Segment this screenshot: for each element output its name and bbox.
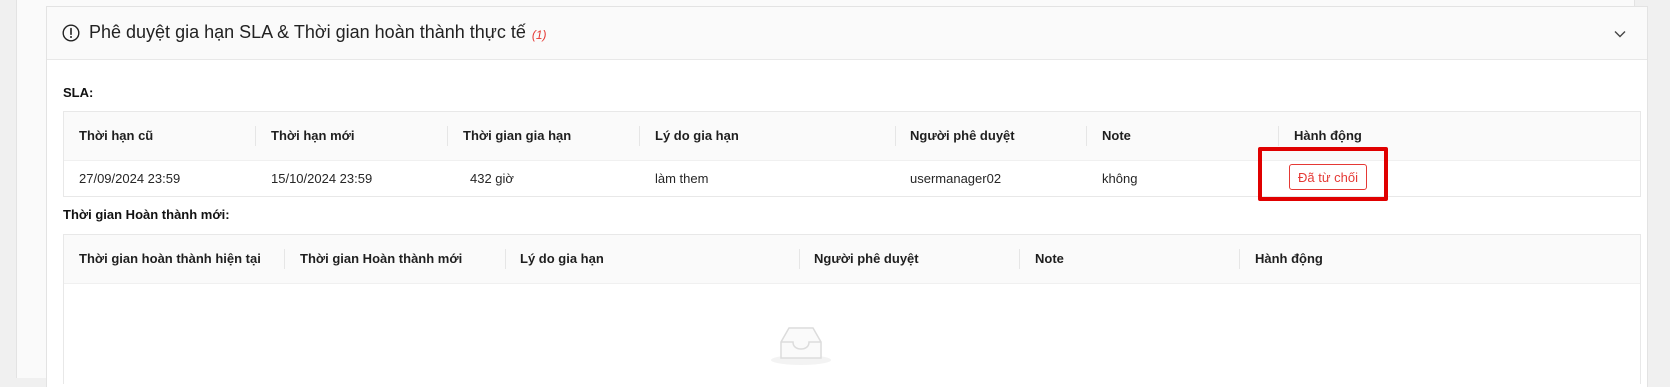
col-reason: Lý do gia hạn: [655, 128, 739, 143]
approval-panel: Phê duyệt gia hạn SLA & Thời gian hoàn t…: [46, 6, 1648, 387]
col-completion-approver: Người phê duyệt: [814, 251, 919, 266]
col-completion-action: Hành động: [1255, 251, 1323, 266]
panel-title: Phê duyệt gia hạn SLA & Thời gian hoàn t…: [89, 22, 547, 43]
col-extension: Thời gian gia hạn: [463, 128, 572, 143]
completion-section-label: Thời gian Hoàn thành mới:: [63, 207, 230, 222]
sla-section-label: SLA:: [63, 85, 94, 100]
panel-header[interactable]: Phê duyệt gia hạn SLA & Thời gian hoàn t…: [47, 7, 1647, 60]
highlight-box: [1258, 147, 1388, 201]
empty-state: [64, 284, 1640, 384]
chevron-down-icon[interactable]: [1613, 27, 1627, 41]
col-old-deadline: Thời hạn cũ: [79, 128, 154, 143]
col-note: Note: [1102, 128, 1131, 143]
completion-table-header: Thời gian hoàn thành hiện tại Thời gian …: [64, 235, 1640, 284]
sla-action-cell: Đã từ chối: [0, 160, 1670, 195]
panel-count-badge: (1): [531, 28, 547, 42]
col-completion-note: Note: [1035, 251, 1064, 266]
col-new-completion: Thời gian Hoàn thành mới: [300, 251, 463, 266]
inbox-empty-icon: [771, 327, 831, 365]
col-completion-reason: Lý do gia hạn: [520, 251, 604, 266]
col-approver: Người phê duyệt: [910, 128, 1015, 143]
completion-table: Thời gian hoàn thành hiện tại Thời gian …: [63, 234, 1641, 384]
panel-title-text: Phê duyệt gia hạn SLA & Thời gian hoàn t…: [89, 22, 526, 42]
col-new-deadline: Thời hạn mới: [271, 128, 355, 143]
exclamation-circle-icon: [62, 24, 80, 42]
col-current-completion: Thời gian hoàn thành hiện tại: [79, 251, 261, 266]
sla-table-header: Thời hạn cũ Thời hạn mới Thời gian gia h…: [64, 112, 1640, 161]
